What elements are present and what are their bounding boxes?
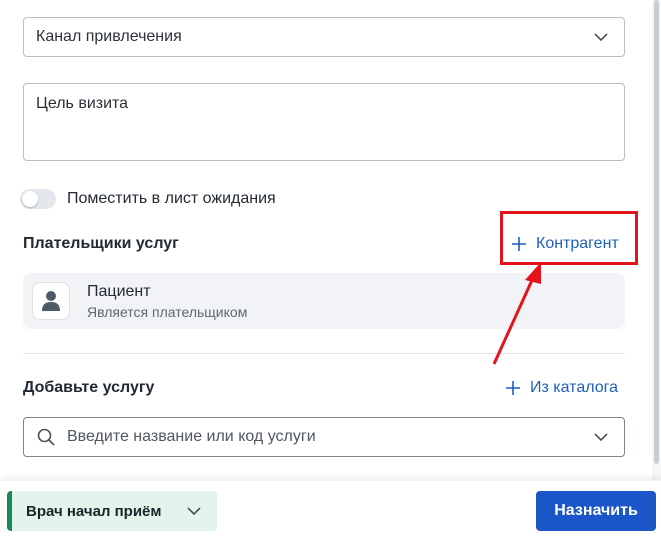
chevron-down-icon — [594, 33, 608, 42]
plus-icon — [512, 237, 526, 251]
visit-purpose-placeholder: Цель визита — [36, 95, 129, 112]
services-section-title: Добавьте услугу — [23, 379, 155, 396]
add-contractor-button[interactable]: Контрагент — [511, 235, 619, 253]
user-icon — [42, 291, 60, 311]
footer-bar: Врач начал приём Назначить — [0, 481, 661, 539]
visit-status-label: Врач начал приём — [26, 502, 162, 520]
add-contractor-label: Контрагент — [536, 235, 619, 252]
service-search-input[interactable] — [67, 426, 587, 448]
payer-name: Пациент — [87, 283, 151, 300]
annotation-arrow — [492, 262, 541, 365]
chevron-down-icon — [594, 433, 608, 442]
assign-button[interactable]: Назначить — [536, 491, 656, 531]
chevron-down-icon — [187, 507, 201, 516]
plus-icon — [506, 381, 520, 395]
service-search-select[interactable] — [23, 417, 625, 457]
toggle-knob — [22, 191, 38, 207]
avatar — [32, 282, 70, 320]
visit-status-dropdown[interactable]: Врач начал приём — [7, 491, 217, 531]
section-divider — [23, 353, 625, 354]
acquisition-channel-select[interactable]: Канал привлечения — [23, 17, 625, 57]
from-catalog-button[interactable]: Из каталога — [505, 379, 618, 397]
scrollbar[interactable] — [652, 0, 661, 480]
payers-section-title: Плательщики услуг — [23, 235, 179, 252]
waitlist-label: Поместить в лист ожидания — [67, 190, 276, 207]
waitlist-toggle-row[interactable]: Поместить в лист ожидания — [20, 186, 276, 212]
scrollbar-thumb[interactable] — [654, 0, 659, 464]
assign-button-label: Назначить — [554, 502, 638, 519]
waitlist-toggle[interactable] — [20, 189, 56, 209]
payer-subtitle: Является плательщиком — [87, 304, 248, 320]
visit-purpose-field[interactable]: Цель визита — [23, 83, 625, 161]
payer-card-patient[interactable]: Пациент Является плательщиком — [23, 273, 625, 329]
search-icon — [37, 428, 55, 446]
acquisition-channel-label: Канал привлечения — [36, 28, 182, 45]
from-catalog-label: Из каталога — [530, 379, 619, 396]
